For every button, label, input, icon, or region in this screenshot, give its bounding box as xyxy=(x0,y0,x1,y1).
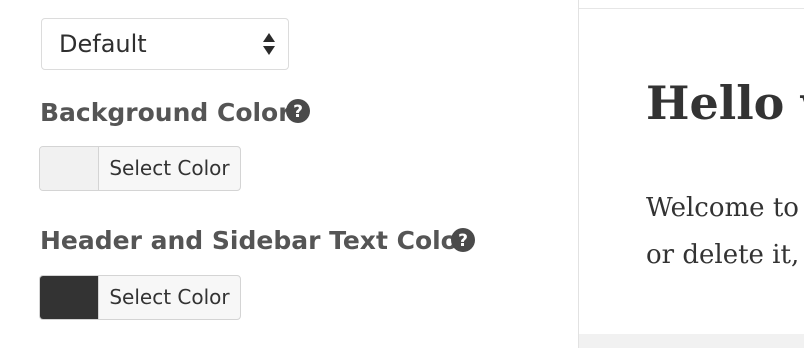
help-question-icon[interactable]: ? xyxy=(450,227,476,253)
select-updown-arrows-icon xyxy=(263,33,275,55)
background-color-swatch xyxy=(40,147,99,190)
preview-footer-strip xyxy=(579,334,804,348)
header-sidebar-text-color-picker-button[interactable]: Select Color xyxy=(39,275,241,320)
layout-select[interactable]: Default xyxy=(41,18,289,70)
customizer-controls-panel: Default Background Color ? Select Color … xyxy=(0,0,578,348)
post-title[interactable]: Hello w xyxy=(646,75,804,131)
svg-text:?: ? xyxy=(293,102,303,122)
header-sidebar-text-color-swatch xyxy=(40,276,99,319)
header-sidebar-text-color-select-label: Select Color xyxy=(109,285,230,309)
header-sidebar-text-color-label: Header and Sidebar Text Color xyxy=(40,226,471,255)
layout-select-value: Default xyxy=(59,30,147,58)
help-question-icon[interactable]: ? xyxy=(285,98,311,124)
post-paragraph-line: Welcome to xyxy=(646,193,799,223)
background-color-label: Background Color xyxy=(40,98,291,127)
svg-text:?: ? xyxy=(458,231,468,251)
preview-post-content: Hello w Welcome to or delete it, xyxy=(579,9,804,334)
post-paragraph-line: or delete it, xyxy=(646,240,800,270)
preview-top-bar xyxy=(579,0,804,9)
background-color-picker-button[interactable]: Select Color xyxy=(39,146,241,191)
site-preview-pane: Hello w Welcome to or delete it, xyxy=(578,0,804,348)
background-color-select-label: Select Color xyxy=(109,156,230,180)
